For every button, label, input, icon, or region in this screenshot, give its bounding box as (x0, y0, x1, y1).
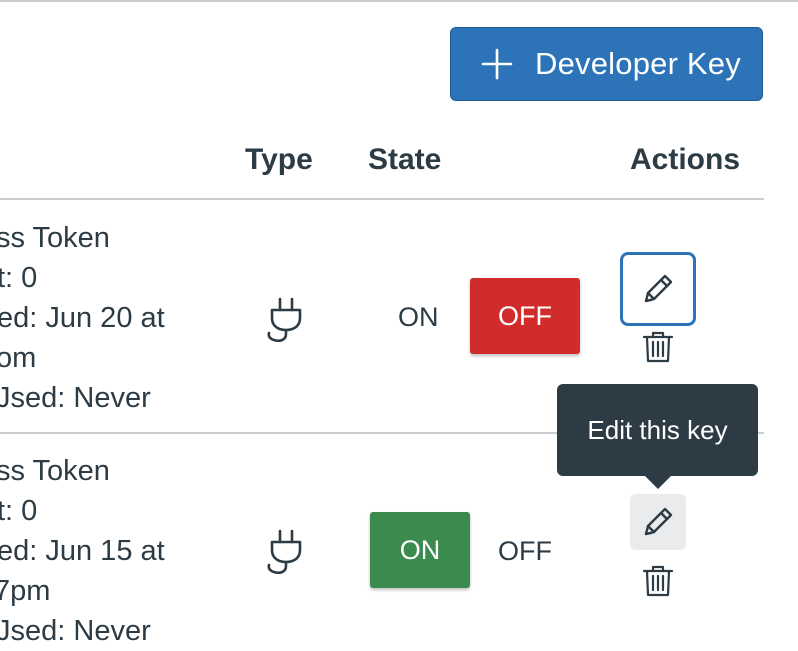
created-date: ed: Jun 15 at (0, 535, 165, 567)
access-token-count: t: 0 (0, 495, 38, 527)
column-header-state: State (368, 143, 442, 176)
add-developer-key-button[interactable]: Developer Key (450, 27, 763, 101)
tooltip-arrow (645, 476, 671, 489)
tooltip-text: Edit this key (587, 414, 728, 445)
created-time: om (0, 342, 37, 374)
table-row-details: ss Token t: 0 ed: Jun 15 at 7pm Jsed: Ne… (0, 451, 165, 651)
state-on-button[interactable]: ON (370, 512, 470, 588)
pencil-icon (644, 274, 673, 303)
plus-icon (481, 48, 513, 80)
last-used: Jsed: Never (0, 382, 151, 414)
trash-icon (642, 565, 674, 597)
plug-icon (267, 297, 302, 343)
plug-icon (267, 529, 302, 575)
trash-icon (642, 331, 674, 363)
add-developer-key-label: Developer Key (535, 46, 741, 81)
edit-key-button[interactable] (630, 494, 686, 550)
pencil-icon (644, 507, 673, 536)
delete-key-button[interactable] (638, 326, 678, 366)
table-row-details: ss Token t: 0 ed: Jun 20 at om Jsed: Nev… (0, 218, 165, 418)
created-date: ed: Jun 20 at (0, 302, 165, 334)
state-on-option[interactable]: ON (398, 302, 439, 333)
edit-key-tooltip: Edit this key (557, 384, 758, 476)
key-name: ss Token (0, 455, 110, 487)
key-name: ss Token (0, 222, 110, 254)
state-off-button[interactable]: OFF (470, 278, 580, 354)
state-off-option[interactable]: OFF (498, 536, 552, 567)
edit-key-button[interactable] (620, 252, 696, 326)
created-time: 7pm (0, 575, 51, 607)
top-divider (0, 0, 798, 2)
header-divider (0, 198, 764, 200)
delete-key-button[interactable] (638, 560, 678, 600)
column-header-type: Type (245, 143, 313, 176)
access-token-count: t: 0 (0, 262, 38, 294)
column-header-actions: Actions (630, 143, 741, 176)
last-used: Jsed: Never (0, 615, 151, 647)
